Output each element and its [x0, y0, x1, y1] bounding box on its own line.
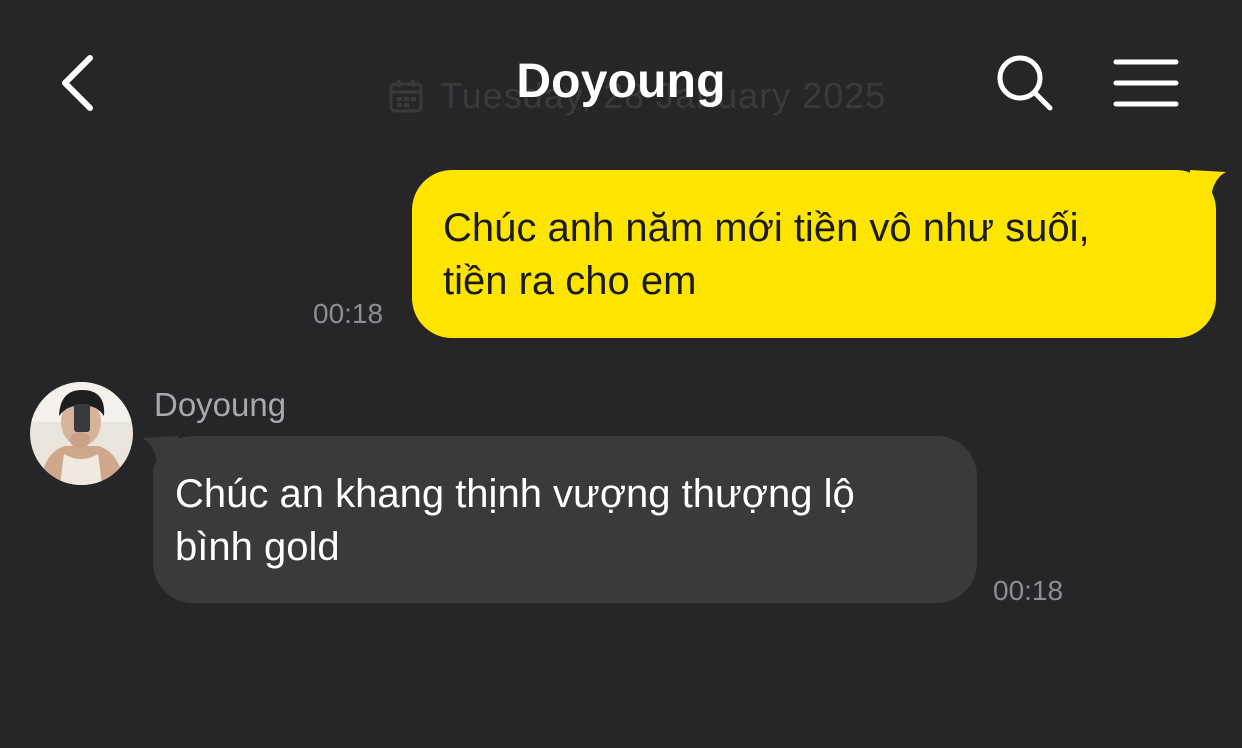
sender-name: Doyoung	[154, 386, 287, 423]
received-message-bubble[interactable]: Chúc an khang thịnh vượng thượng lộ bình…	[153, 436, 977, 603]
message-timestamp: 00:18	[313, 298, 384, 329]
chat-header: Tuesday, 28 January 2025 Doyoung	[0, 0, 1242, 160]
message-timestamp: 00:18	[993, 575, 1064, 606]
avatar[interactable]	[30, 382, 133, 485]
profile-photo	[30, 382, 133, 485]
message-line: Chúc an khang thịnh vượng thượng lộ	[175, 472, 855, 516]
message-line: Chúc anh năm mới tiền vô như suối,	[443, 206, 1090, 250]
message-line: bình gold	[175, 525, 340, 569]
chat-title: Doyoung	[516, 55, 726, 108]
sent-message-bubble[interactable]: Chúc anh năm mới tiền vô như suối, tiền …	[412, 170, 1216, 338]
message-line: tiền ra cho em	[443, 259, 697, 303]
